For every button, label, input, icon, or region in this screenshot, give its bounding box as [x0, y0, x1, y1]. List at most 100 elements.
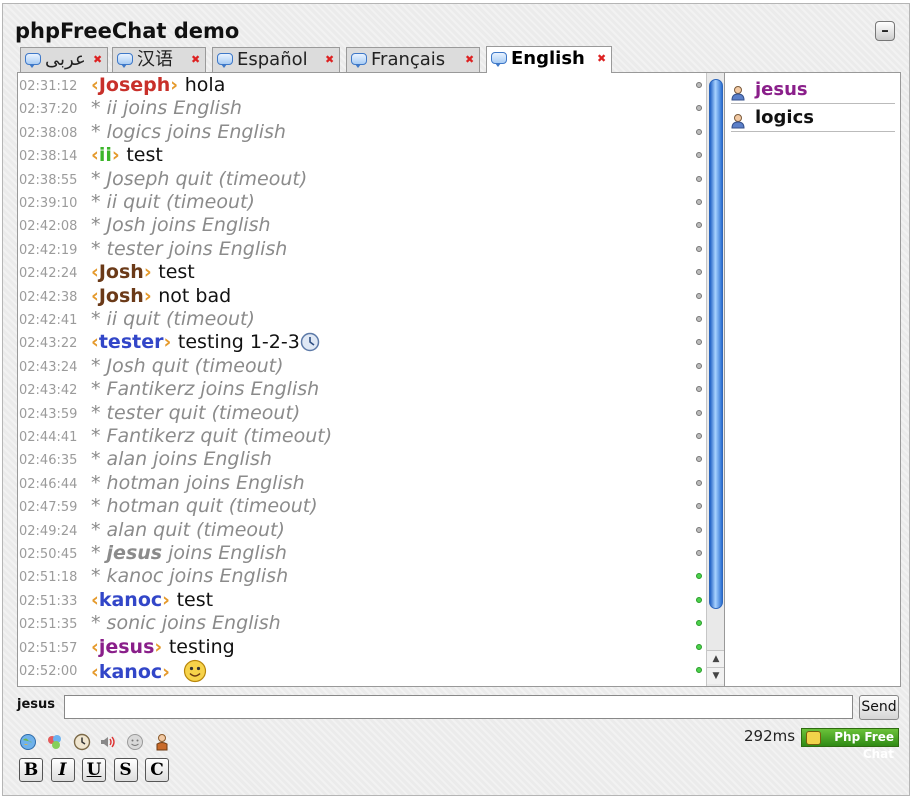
- message-nick[interactable]: Joseph: [99, 74, 170, 96]
- minimize-button[interactable]: –: [875, 21, 895, 41]
- tab-label: Français: [371, 49, 446, 70]
- message-timestamp: 02:37:20: [19, 102, 78, 118]
- message-body: * Fantikerz joins English: [91, 378, 319, 401]
- system-message: * Josh joins English: [91, 214, 271, 237]
- message-nick[interactable]: Josh: [99, 261, 144, 283]
- system-nick: jesus: [106, 542, 163, 564]
- smiley-icon[interactable]: [126, 733, 144, 751]
- message-timestamp: 02:38:14: [19, 149, 78, 165]
- message-body: * sonic joins English: [91, 612, 281, 635]
- message-body: * ii quit (timeout): [91, 308, 255, 331]
- message-body: * hotman quit (timeout): [91, 495, 318, 518]
- nick-open-bracket: ‹: [91, 261, 99, 284]
- tab-0[interactable]: عربى ✖: [20, 47, 108, 72]
- tab-close-icon[interactable]: ✖: [465, 54, 474, 65]
- nick-close-bracket: ›: [143, 261, 159, 284]
- message-body: * logics joins English: [91, 121, 286, 144]
- scroll-thumb[interactable]: [709, 79, 723, 609]
- format-button-s[interactable]: S: [113, 758, 138, 782]
- badge-label: Php Free Chat: [834, 730, 894, 761]
- nick-close-bracket: ›: [163, 331, 178, 354]
- message-body: * tester quit (timeout): [91, 402, 300, 425]
- tab-close-icon[interactable]: ✖: [597, 53, 606, 64]
- message-row: 02:38:08 * logics joins English: [18, 121, 718, 144]
- status-dot-icon: [696, 105, 702, 112]
- person-icon[interactable]: [153, 733, 171, 751]
- message-row: 02:37:20 * ii joins English: [18, 97, 718, 120]
- format-button-b[interactable]: B: [19, 758, 43, 782]
- nick-open-bracket: ‹: [91, 284, 99, 307]
- user-list: jesus logics: [725, 72, 901, 687]
- message-timestamp: 02:42:41: [19, 313, 78, 328]
- message-row: 02:42:08 * Josh joins English: [18, 214, 718, 237]
- scroll-down-icon[interactable]: ▼: [707, 667, 724, 684]
- user-item[interactable]: jesus: [731, 77, 895, 104]
- status-dot-icon: [696, 339, 702, 346]
- message-row: 02:42:19 * tester joins English: [18, 238, 718, 261]
- tab-2[interactable]: Español ✖: [212, 47, 340, 72]
- message-nick[interactable]: jesus: [99, 636, 155, 658]
- message-row: 02:42:41 * ii quit (timeout): [18, 308, 718, 331]
- nick-open-bracket: ‹: [91, 74, 99, 96]
- message-timestamp: 02:43:59: [19, 406, 78, 422]
- chat-bubble-icon: [217, 53, 233, 68]
- message-body: ‹Josh› test: [91, 261, 195, 284]
- message-row: 02:39:10 * ii quit (timeout): [18, 191, 718, 214]
- send-button[interactable]: Send: [859, 695, 899, 720]
- message-nick[interactable]: tester: [99, 331, 164, 353]
- message-nick[interactable]: kanoc: [99, 589, 162, 611]
- message-timestamp: 02:42:08: [19, 219, 78, 235]
- phpfreechat-badge[interactable]: Php Free Chat: [801, 728, 899, 761]
- message-input[interactable]: [64, 695, 853, 719]
- sound-icon[interactable]: [99, 733, 117, 751]
- tab-1[interactable]: 汉语 ✖: [112, 47, 206, 72]
- user-name: logics: [755, 107, 814, 128]
- clock-icon[interactable]: [73, 733, 91, 751]
- status-dot-icon: [696, 456, 702, 463]
- message-timestamp: 02:44:41: [19, 430, 78, 445]
- message-body: * jesus joins English: [91, 542, 287, 565]
- user-item[interactable]: logics: [731, 105, 895, 132]
- message-timestamp: 02:43:42: [19, 383, 78, 399]
- status-dot-icon: [696, 433, 702, 439]
- message-text: not bad: [158, 284, 232, 307]
- tab-close-icon[interactable]: ✖: [93, 54, 102, 65]
- globe-icon[interactable]: [19, 733, 37, 751]
- message-scrollbar[interactable]: ▲ ▼: [706, 73, 724, 686]
- message-timestamp: 02:39:10: [19, 196, 78, 211]
- tab-3[interactable]: Français ✖: [346, 47, 480, 72]
- tab-label: English: [511, 48, 585, 69]
- nick-close-bracket: ›: [143, 284, 159, 307]
- format-button-i[interactable]: I: [50, 758, 75, 782]
- status-dot-icon: [696, 596, 702, 603]
- users-icon[interactable]: [46, 733, 64, 751]
- tab-4[interactable]: English ✖: [486, 46, 612, 73]
- message-row: 02:43:42 * Fantikerz joins English: [18, 378, 718, 401]
- message-timestamp: 02:42:19: [19, 242, 78, 258]
- message-text: test: [126, 144, 163, 167]
- format-button-c[interactable]: C: [145, 758, 169, 782]
- message-row: 02:42:38 ‹Josh› not bad: [18, 285, 718, 308]
- tab-close-icon[interactable]: ✖: [325, 54, 334, 65]
- message-text: testing: [168, 635, 235, 658]
- message-body: * ii joins English: [91, 97, 242, 120]
- nickname-label[interactable]: jesus: [17, 697, 55, 712]
- message-body: ‹tester› testing 1-2-3: [91, 331, 320, 354]
- message-timestamp: 02:47:59: [19, 500, 78, 516]
- tab-label: Español: [237, 49, 308, 70]
- status-dot-icon: [696, 152, 702, 159]
- message-timestamp: 02:42:24: [19, 266, 78, 282]
- status-dot-icon: [696, 222, 702, 229]
- message-nick[interactable]: Josh: [99, 285, 144, 307]
- tab-close-icon[interactable]: ✖: [191, 54, 200, 65]
- app-title: phpFreeChat demo: [15, 19, 240, 43]
- nick-close-bracket: ›: [170, 74, 185, 96]
- format-button-u[interactable]: U: [82, 758, 106, 782]
- message-row: 02:50:45 * jesus joins English: [18, 542, 718, 565]
- system-message: * alan joins English: [91, 448, 272, 471]
- message-nick[interactable]: ii: [99, 144, 112, 166]
- message-nick[interactable]: kanoc: [99, 661, 162, 683]
- message-body: * Josh quit (timeout): [91, 355, 284, 378]
- status-dot-icon: [696, 550, 702, 556]
- scroll-up-icon[interactable]: ▲: [707, 650, 724, 667]
